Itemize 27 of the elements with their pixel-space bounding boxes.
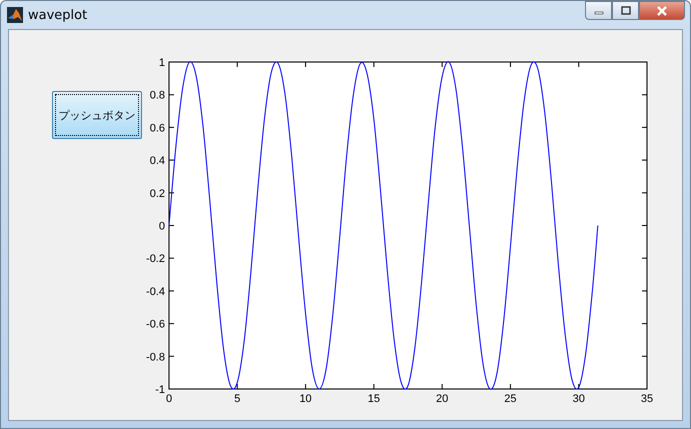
y-tick-label: 1 — [158, 57, 165, 69]
y-tick-label: 0 — [158, 220, 165, 232]
x-tick-label: 35 — [640, 393, 654, 405]
close-button[interactable] — [639, 1, 685, 20]
y-tick-label: -0.2 — [146, 253, 165, 266]
x-tick-label: 5 — [234, 393, 240, 405]
y-tick-label: -0.4 — [146, 286, 165, 298]
y-tick-label: -0.6 — [146, 318, 165, 331]
x-tick-label: 0 — [166, 393, 172, 405]
y-tick-label: 0.4 — [150, 155, 165, 168]
close-icon — [656, 6, 668, 16]
app-icon — [7, 7, 23, 23]
window-title: waveplot — [28, 8, 88, 22]
maximize-icon — [620, 6, 630, 15]
x-tick-label: 15 — [368, 393, 380, 405]
y-tick-label: 0.8 — [150, 90, 165, 102]
x-tick-label: 25 — [504, 393, 517, 405]
x-tick-label: 30 — [572, 393, 585, 405]
y-tick-label: -1 — [155, 384, 165, 396]
maximize-button[interactable] — [612, 1, 639, 20]
y-tick-label: 0.2 — [150, 188, 165, 200]
push-button[interactable]: プッシュボタン — [52, 91, 142, 139]
minimize-button[interactable] — [585, 1, 612, 20]
x-tick-label: 10 — [299, 393, 312, 405]
x-tick-label: 20 — [436, 393, 448, 405]
y-tick-label: 0.6 — [150, 122, 165, 134]
y-tick-label: -0.8 — [146, 351, 165, 364]
